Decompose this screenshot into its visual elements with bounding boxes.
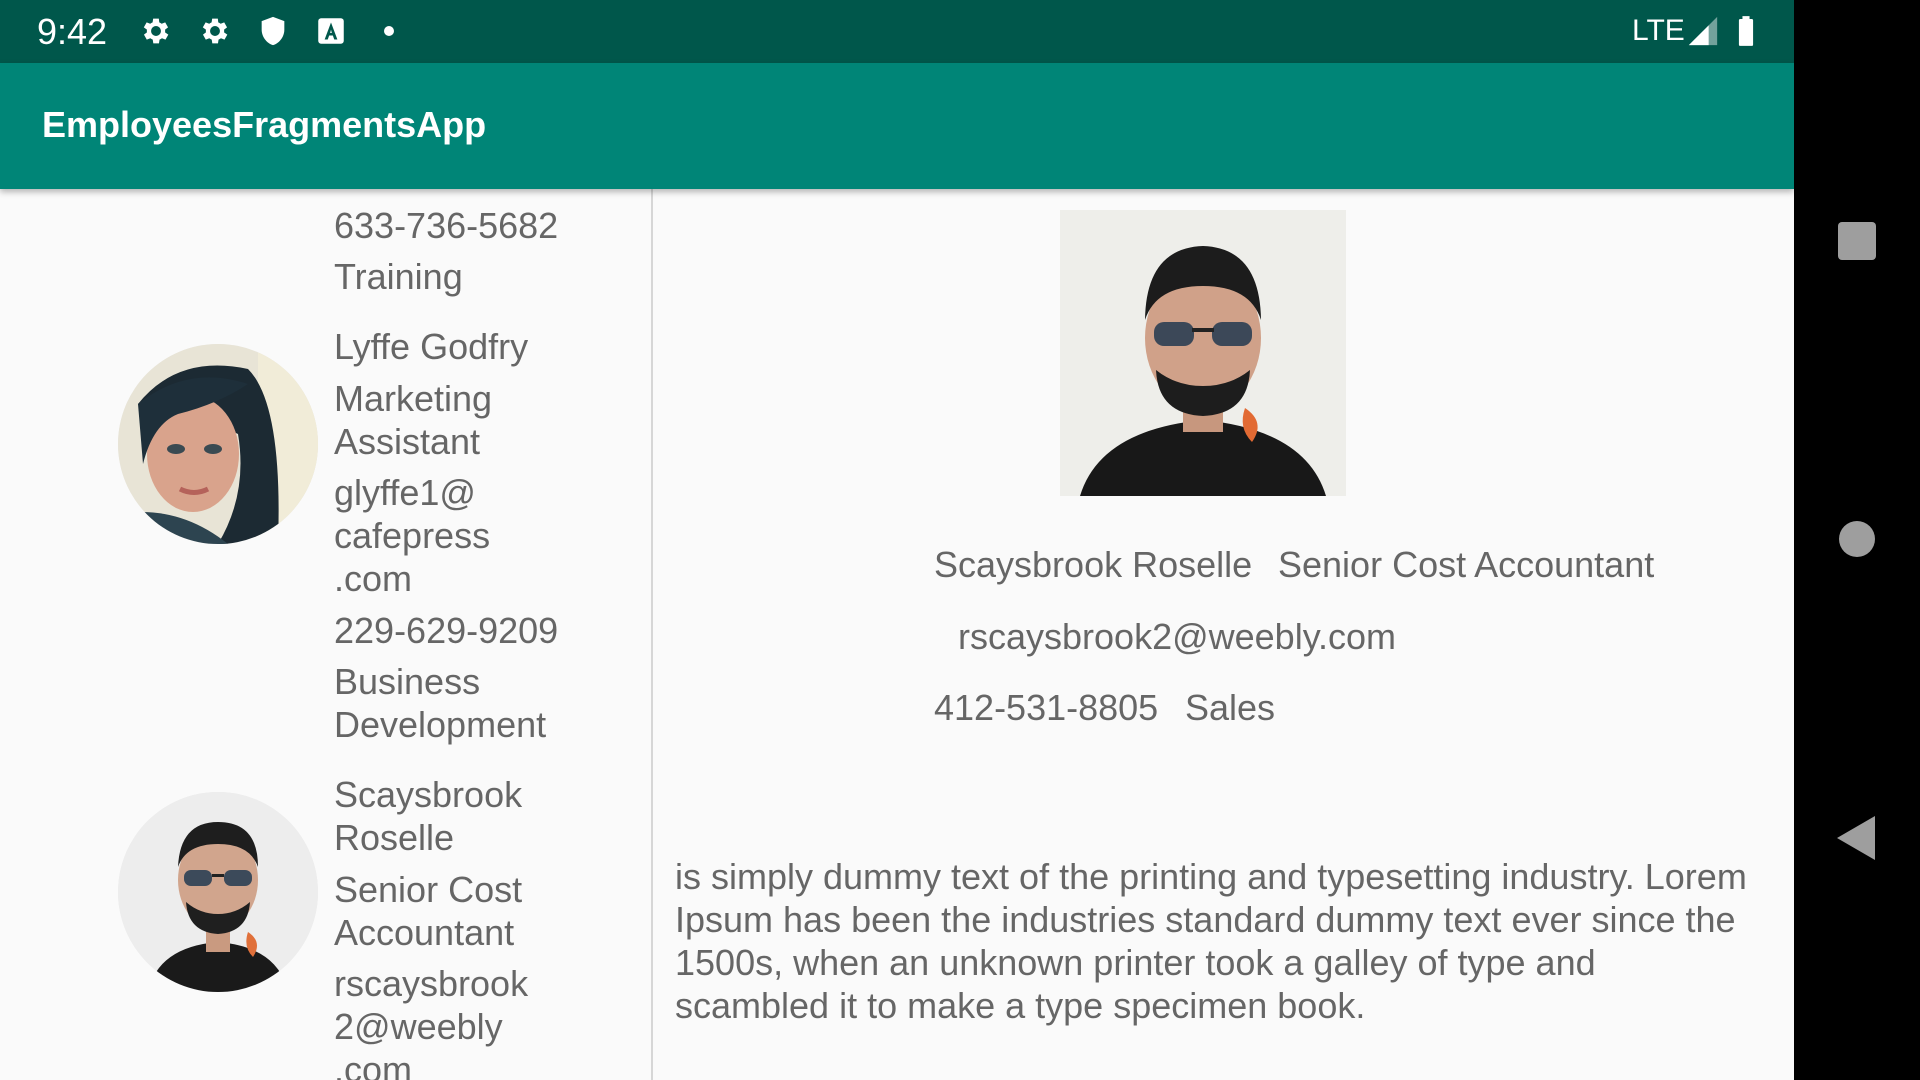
font-icon: [314, 14, 348, 48]
employee-department: Training: [334, 256, 463, 297]
employee-name: Lyffe Godfry: [334, 326, 529, 367]
employee-phone: 229-629-9209: [334, 610, 559, 651]
employee-department-line-2: Development: [334, 704, 547, 745]
network-type: LTE: [1632, 14, 1685, 47]
employee-title-line-1: Senior Cost: [334, 869, 523, 910]
navigation-bar: [1794, 0, 1920, 1080]
settings-icon: [139, 14, 173, 48]
employee-department-line-1: Business: [334, 661, 481, 702]
employee-email-line-3: .com: [334, 1049, 413, 1080]
employee-name-line-1: Scaysbrook: [334, 774, 523, 815]
employee-phone: 633-736-5682: [334, 205, 559, 246]
employee-email-line-1: glyffe1@: [334, 472, 476, 513]
settings-icon: [198, 14, 232, 48]
app-bar: EmployeesFragmentsApp: [0, 63, 1794, 189]
employee-email-line-1: rscaysbrook: [334, 963, 529, 1004]
employee-email-line-2: cafepress: [334, 515, 491, 556]
home-button[interactable]: [1827, 509, 1887, 569]
back-button[interactable]: [1827, 808, 1887, 868]
employee-title-line-2: Assistant: [334, 421, 481, 462]
detail-photo: [1060, 210, 1346, 496]
detail-name: Scaysbrook Roselle: [934, 544, 1253, 585]
detail-title: Senior Cost Accountant: [1278, 544, 1655, 585]
pane-divider: [651, 189, 653, 1080]
signal-icon: [1686, 14, 1720, 48]
detail-email: rscaysbrook2@weebly.com: [958, 616, 1397, 657]
notification-dot-icon: [384, 26, 394, 36]
status-time: 9:42: [37, 11, 108, 52]
employee-email-line-2: 2@weebly: [334, 1006, 503, 1047]
shield-icon: [256, 14, 290, 48]
recents-button[interactable]: [1827, 211, 1887, 271]
status-bar: 9:42 LTE: [0, 0, 1794, 63]
app-screen: 9:42 LTE EmployeesFragmentsApp 633-736-5…: [0, 0, 1794, 1080]
detail-department: Sales: [1185, 687, 1276, 728]
detail-phone: 412-531-8805: [934, 687, 1159, 728]
employee-name-line-2: Roselle: [334, 817, 455, 858]
employee-avatar[interactable]: [118, 792, 318, 992]
employee-title-line-2: Accountant: [334, 912, 515, 953]
employee-avatar[interactable]: [118, 344, 318, 544]
employee-list[interactable]: 633-736-5682 Training Lyffe Godfry Marke…: [0, 189, 651, 1080]
battery-icon: [1729, 14, 1763, 48]
employee-title-line-1: Marketing: [334, 378, 493, 419]
app-title: EmployeesFragmentsApp: [42, 104, 487, 145]
employee-email-line-3: .com: [334, 558, 413, 599]
detail-description: is simply dummy text of the printing and…: [675, 856, 1747, 1026]
